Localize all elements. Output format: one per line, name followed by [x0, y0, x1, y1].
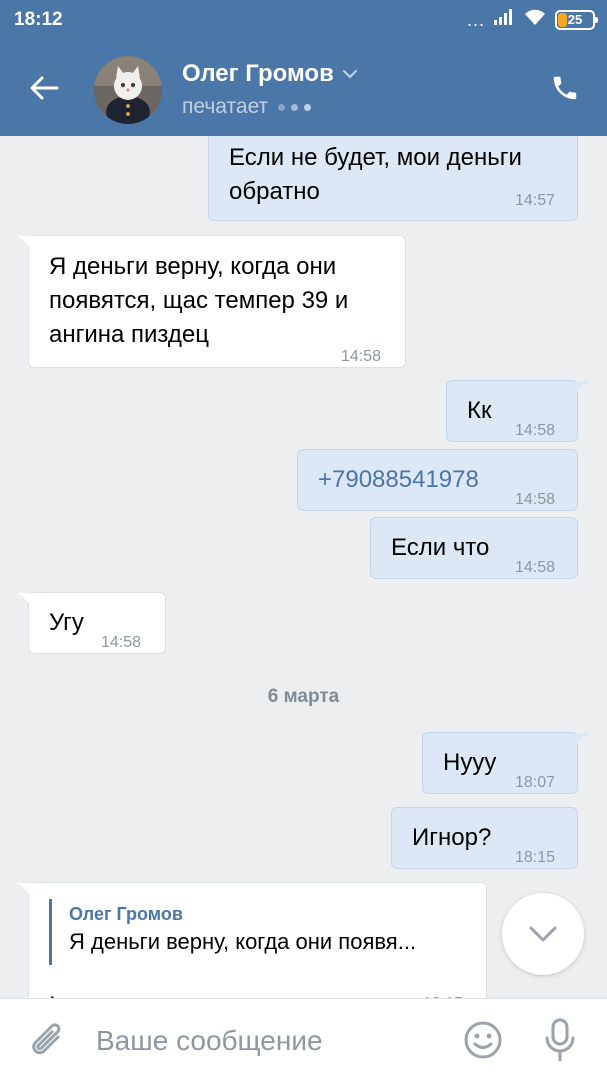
- bubble-tail: [17, 883, 31, 897]
- message-text: обратно: [229, 178, 320, 205]
- battery-level: 25: [567, 12, 583, 27]
- message-outgoing[interactable]: Если что 14:58: [370, 517, 578, 579]
- emoji-button[interactable]: [462, 1019, 504, 1061]
- emoji-icon: [464, 1021, 502, 1059]
- message-text: .: [49, 978, 56, 998]
- bubble-tail: [17, 593, 31, 607]
- message-incoming[interactable]: Я деньги верну, когда они появятся, щас …: [17, 235, 406, 368]
- message-text: Угу: [49, 609, 84, 636]
- message-time: 14:58: [515, 422, 556, 439]
- paperclip-icon: [32, 1023, 61, 1055]
- microphone-button[interactable]: [540, 1017, 580, 1063]
- date-separator: 6 марта: [267, 686, 340, 707]
- battery-fill: [558, 12, 567, 27]
- bubble-tail: [575, 733, 589, 747]
- message-time: 18:07: [515, 774, 556, 791]
- bubble-tail: [575, 381, 589, 395]
- message-time: 14:58: [341, 348, 382, 365]
- message-input[interactable]: [96, 1021, 436, 1061]
- typing-label: печатает: [182, 95, 269, 118]
- message-time: 14:57: [515, 192, 556, 209]
- message-time: 18:15: [515, 849, 556, 866]
- message-time: 14:58: [101, 634, 142, 651]
- message-time: 14:58: [515, 491, 556, 508]
- message-outgoing[interactable]: Игнор? 18:15: [391, 807, 578, 869]
- message-text: Если что: [391, 534, 490, 561]
- phone-link[interactable]: +79088541978: [318, 463, 479, 497]
- contact-name-row[interactable]: Олег Громов: [182, 60, 358, 88]
- reply-quote-bar: [49, 899, 52, 965]
- message-text: Кк: [467, 397, 492, 424]
- back-button[interactable]: [24, 68, 64, 108]
- status-dots: ...: [466, 9, 485, 30]
- signal-icon: [493, 8, 515, 31]
- chevron-down-icon: [342, 69, 357, 79]
- reply-quoted-text[interactable]: Я деньги верну, когда они появя...: [69, 925, 416, 959]
- status-bar: 18:12 ... 25: [0, 0, 607, 40]
- avatar[interactable]: [94, 56, 162, 124]
- bubble-tail: [17, 236, 31, 250]
- chevron-down-icon: [529, 926, 557, 942]
- battery-icon: 25: [555, 9, 598, 30]
- message-text: ангина пиздец: [49, 321, 210, 348]
- microphone-icon: [545, 1018, 575, 1062]
- attach-button[interactable]: [28, 1019, 68, 1063]
- message-outgoing[interactable]: Нууу 18:07: [422, 732, 589, 794]
- status-time: 18:12: [14, 9, 63, 30]
- message-outgoing[interactable]: Кк 14:58: [446, 380, 589, 442]
- message-outgoing[interactable]: Если не будет, мои деньги обратно 14:57: [208, 136, 578, 221]
- message-incoming-reply[interactable]: Олег Громов Я деньги верну, когда они по…: [17, 882, 487, 998]
- wifi-icon: [523, 8, 547, 31]
- call-button[interactable]: [545, 68, 585, 108]
- message-text: Если не будет, мои деньги: [229, 144, 522, 171]
- message-list[interactable]: Если не будет, мои деньги обратно 14:57 …: [0, 136, 607, 998]
- message-composer: [0, 998, 607, 1080]
- typing-dots: [278, 103, 312, 111]
- message-incoming[interactable]: Угу 14:58: [17, 592, 166, 654]
- contact-name: Олег Громов: [182, 60, 334, 87]
- message-text: Нууу: [443, 749, 497, 776]
- message-text: появятся, щас темпер 39 и: [49, 287, 349, 314]
- status-icons: ... 25: [466, 8, 598, 31]
- typing-indicator: печатает: [182, 95, 312, 119]
- phone-icon: [553, 76, 577, 100]
- message-time: 18:15: [423, 987, 463, 998]
- message-time: 14:58: [515, 559, 556, 576]
- message-text: Я деньги верну, когда они: [49, 253, 337, 280]
- message-text: Игнор?: [412, 824, 492, 851]
- message-outgoing[interactable]: +79088541978 14:58: [297, 449, 578, 511]
- scroll-down-button[interactable]: [502, 893, 584, 975]
- back-arrow-icon: [30, 76, 59, 100]
- chat-header: Олег Громов печатает: [0, 40, 607, 136]
